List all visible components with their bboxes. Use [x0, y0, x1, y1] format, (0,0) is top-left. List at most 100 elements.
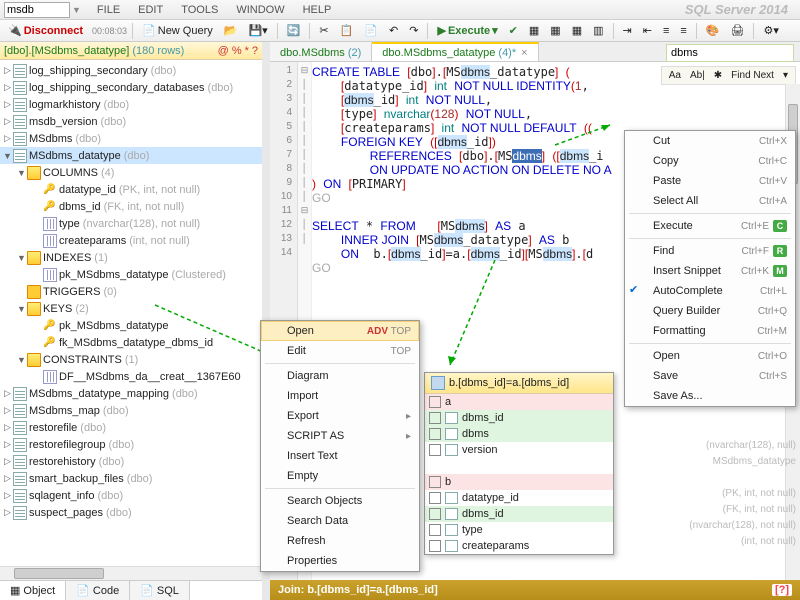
help-badge[interactable]: [?] [772, 584, 792, 596]
menu-search-data[interactable]: Search Data [261, 511, 419, 531]
menu-formatting[interactable]: FormattingCtrl+M [625, 321, 795, 341]
checkbox[interactable] [429, 492, 441, 504]
checkbox[interactable] [429, 396, 441, 408]
menu-script-as[interactable]: SCRIPT AS▸ [261, 426, 419, 446]
menu-select-all[interactable]: Select AllCtrl+A [625, 191, 795, 211]
intellisense-item[interactable]: type [425, 522, 613, 538]
find-next-dropdown-icon[interactable]: ▾ [780, 69, 791, 82]
checkbox[interactable] [429, 428, 441, 440]
menu-search-objects[interactable]: Search Objects [261, 491, 419, 511]
grid2-icon[interactable]: ▦ [546, 23, 564, 38]
tab-object[interactable]: ▦ Object [0, 581, 66, 600]
tree-item[interactable]: datatype_id(PK, int, not null) [0, 181, 262, 198]
execute-button[interactable]: ▶ Execute ▾ [433, 23, 501, 38]
print-icon[interactable]: 🖨 [727, 23, 749, 38]
tree-item[interactable]: ▼MSdbms_datatype(dbo) [0, 147, 262, 164]
menu-execute[interactable]: ExecuteCtrl+EC [625, 216, 795, 236]
database-combo[interactable] [4, 2, 70, 18]
star-icon[interactable]: * [245, 45, 249, 57]
whole-word-icon[interactable]: Ab| [687, 69, 708, 82]
menu-edit[interactable]: EditTOP [261, 341, 419, 361]
object-tree[interactable]: ▷log_shipping_secondary(dbo)▷log_shippin… [0, 60, 262, 566]
find-input[interactable] [666, 44, 794, 62]
intellisense-item[interactable]: datatype_id [425, 490, 613, 506]
menu-paste[interactable]: PasteCtrl+V [625, 171, 795, 191]
checkbox[interactable] [429, 476, 441, 488]
tree-item[interactable]: ▷smart_backup_files(dbo) [0, 470, 262, 487]
menu-export[interactable]: Export▸ [261, 406, 419, 426]
tree-item[interactable]: TRIGGERS(0) [0, 283, 262, 300]
menu-window[interactable]: WINDOW [236, 4, 284, 16]
menu-insert-snippet[interactable]: Insert SnippetCtrl+KM [625, 261, 795, 281]
match-case-icon[interactable]: Aa [666, 69, 684, 82]
dropdown-icon[interactable]: ▼ [72, 5, 81, 15]
paste-icon[interactable]: 📄 [360, 23, 382, 38]
undo-icon[interactable]: ↶ [385, 23, 402, 38]
menu-diagram[interactable]: Diagram [261, 366, 419, 386]
intellisense-item[interactable]: createparams [425, 538, 613, 554]
intellisense-item[interactable] [425, 458, 613, 474]
disconnect-button[interactable]: 🔌 Disconnect [4, 23, 87, 38]
open-icon[interactable]: 📂 [220, 23, 242, 38]
tree-item[interactable]: ▼CONSTRAINTS(1) [0, 351, 262, 368]
menu-insert-text[interactable]: Insert Text [261, 446, 419, 466]
checkbox[interactable] [429, 524, 441, 536]
tree-item[interactable]: ▷logmarkhistory(dbo) [0, 96, 262, 113]
tree-item[interactable]: ▷MSdbms_datatype_mapping(dbo) [0, 385, 262, 402]
intellisense-item[interactable]: version [425, 442, 613, 458]
outdent-icon[interactable]: ⇤ [639, 23, 656, 38]
tree-item[interactable]: ▼COLUMNS(4) [0, 164, 262, 181]
menu-file[interactable]: FILE [97, 4, 120, 16]
object-context-menu[interactable]: OpenADV TOPEditTOPDiagramImportExport▸SC… [260, 320, 420, 572]
tree-item[interactable]: ▷MSdbms(dbo) [0, 130, 262, 147]
at-icon[interactable]: @ [218, 45, 229, 57]
h-scrollbar[interactable] [0, 566, 262, 580]
tree-item[interactable]: ▷log_shipping_secondary_databases(dbo) [0, 79, 262, 96]
menu-help[interactable]: HELP [303, 4, 332, 16]
tree-item[interactable]: dbms_id(FK, int, not null) [0, 198, 262, 215]
grid3-icon[interactable]: ▦ [568, 23, 586, 38]
tree-item[interactable]: ▷restorefilegroup(dbo) [0, 436, 262, 453]
menu-find[interactable]: FindCtrl+FR [625, 241, 795, 261]
menu-edit[interactable]: EDIT [138, 4, 163, 16]
menu-empty[interactable]: Empty [261, 466, 419, 486]
menu-query-builder[interactable]: Query BuilderCtrl+Q [625, 301, 795, 321]
menu-tools[interactable]: TOOLS [181, 4, 218, 16]
find-next-button[interactable]: Find Next [728, 69, 777, 82]
intellisense-item[interactable]: dbms_id [425, 506, 613, 522]
indent-icon[interactable]: ⇥ [619, 23, 636, 38]
redo-icon[interactable]: ↷ [405, 23, 422, 38]
cut-icon[interactable]: ✂ [315, 23, 332, 38]
sidebar-tab[interactable]: [dbo].[MSdbms_datatype] (180 rows) @ % *… [0, 42, 262, 60]
check-icon[interactable]: ✔ [505, 23, 522, 38]
tab-code[interactable]: 📄 Code [66, 581, 130, 600]
help-icon[interactable]: ? [252, 45, 258, 57]
refresh-icon[interactable]: 🔄 [283, 23, 305, 38]
tab-sql[interactable]: 📄 SQL [130, 581, 190, 600]
editor-context-menu[interactable]: CutCtrl+XCopyCtrl+CPasteCtrl+VSelect All… [624, 130, 796, 407]
editor-tab-2[interactable]: dbo.MSdbms_datatype(4)* × [372, 42, 538, 61]
tree-item[interactable]: pk_MSdbms_datatype [0, 317, 262, 334]
close-icon[interactable]: × [521, 47, 527, 59]
new-query-button[interactable]: 📄 New Query [138, 23, 217, 38]
intellisense-popup[interactable]: b.[dbms_id]=a.[dbms_id] adbms_iddbmsvers… [424, 372, 614, 555]
tree-item[interactable]: ▷restorehistory(dbo) [0, 453, 262, 470]
checkbox[interactable] [429, 508, 441, 520]
menu-save-as-[interactable]: Save As... [625, 386, 795, 406]
intellisense-item[interactable]: a [425, 394, 613, 410]
tree-item[interactable]: ▷suspect_pages(dbo) [0, 504, 262, 521]
align-icon[interactable]: ≡ [659, 24, 673, 38]
tree-item[interactable]: ▼INDEXES(1) [0, 249, 262, 266]
tree-item[interactable]: createparams(int, not null) [0, 232, 262, 249]
tree-item[interactable]: ▷msdb_version(dbo) [0, 113, 262, 130]
tree-item[interactable]: ▷log_shipping_secondary(dbo) [0, 62, 262, 79]
tree-item[interactable]: type(nvarchar(128), not null) [0, 215, 262, 232]
checkbox[interactable] [429, 412, 441, 424]
color-icon[interactable]: 🎨 [702, 23, 724, 38]
checkbox[interactable] [429, 540, 441, 552]
grid-icon[interactable]: ▦ [525, 23, 543, 38]
editor-tab-1[interactable]: dbo.MSdbms(2) [270, 42, 372, 61]
column-icon[interactable]: ▥ [589, 23, 607, 38]
menu-copy[interactable]: CopyCtrl+C [625, 151, 795, 171]
tree-item[interactable]: ▷sqlagent_info(dbo) [0, 487, 262, 504]
